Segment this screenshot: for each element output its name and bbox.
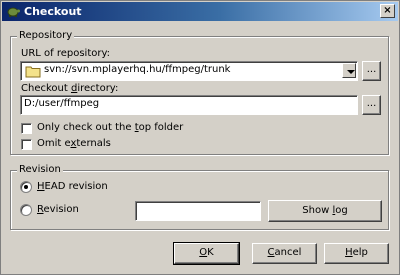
url-label: URL of repository: xyxy=(21,48,111,59)
checkout-directory-label: Checkout directory: xyxy=(21,83,119,94)
cancel-button[interactable]: Cancel xyxy=(252,243,317,264)
ok-button[interactable]: OK xyxy=(173,242,240,265)
url-value: svn://svn.mplayerhq.hu/ffmpeg/trunk xyxy=(44,64,231,75)
omit-externals-checkbox[interactable] xyxy=(21,139,32,150)
tortoise-svn-icon xyxy=(7,7,20,17)
help-button[interactable]: Help xyxy=(324,243,389,264)
close-button[interactable]: × xyxy=(380,4,395,18)
url-browse-button[interactable]: ... xyxy=(362,61,381,81)
top-folder-checkbox[interactable] xyxy=(21,123,32,134)
folder-icon xyxy=(25,66,41,78)
head-revision-label[interactable]: HEAD revision xyxy=(37,181,108,192)
top-folder-label[interactable]: Only check out the top folder xyxy=(37,122,183,133)
window-title: Checkout xyxy=(24,5,82,18)
checkout-directory-input[interactable]: D:/user/ffmpeg xyxy=(20,95,358,115)
revision-label[interactable]: Revision xyxy=(37,204,79,215)
url-dropdown-arrow[interactable] xyxy=(342,63,356,78)
show-log-button[interactable]: Show log xyxy=(268,200,382,222)
revision-group-label: Revision xyxy=(17,164,63,175)
checkout-dialog: Checkout × Repository URL of repository:… xyxy=(0,0,400,275)
revision-radio[interactable] xyxy=(20,204,32,216)
url-combobox[interactable]: svn://svn.mplayerhq.hu/ffmpeg/trunk xyxy=(20,61,358,81)
directory-browse-button[interactable]: ... xyxy=(362,95,381,115)
repository-group-label: Repository xyxy=(17,30,75,41)
title-bar[interactable]: Checkout × xyxy=(2,2,398,21)
revision-number-input[interactable] xyxy=(135,201,261,221)
head-revision-radio[interactable] xyxy=(20,181,32,193)
omit-externals-label[interactable]: Omit externals xyxy=(37,138,111,149)
